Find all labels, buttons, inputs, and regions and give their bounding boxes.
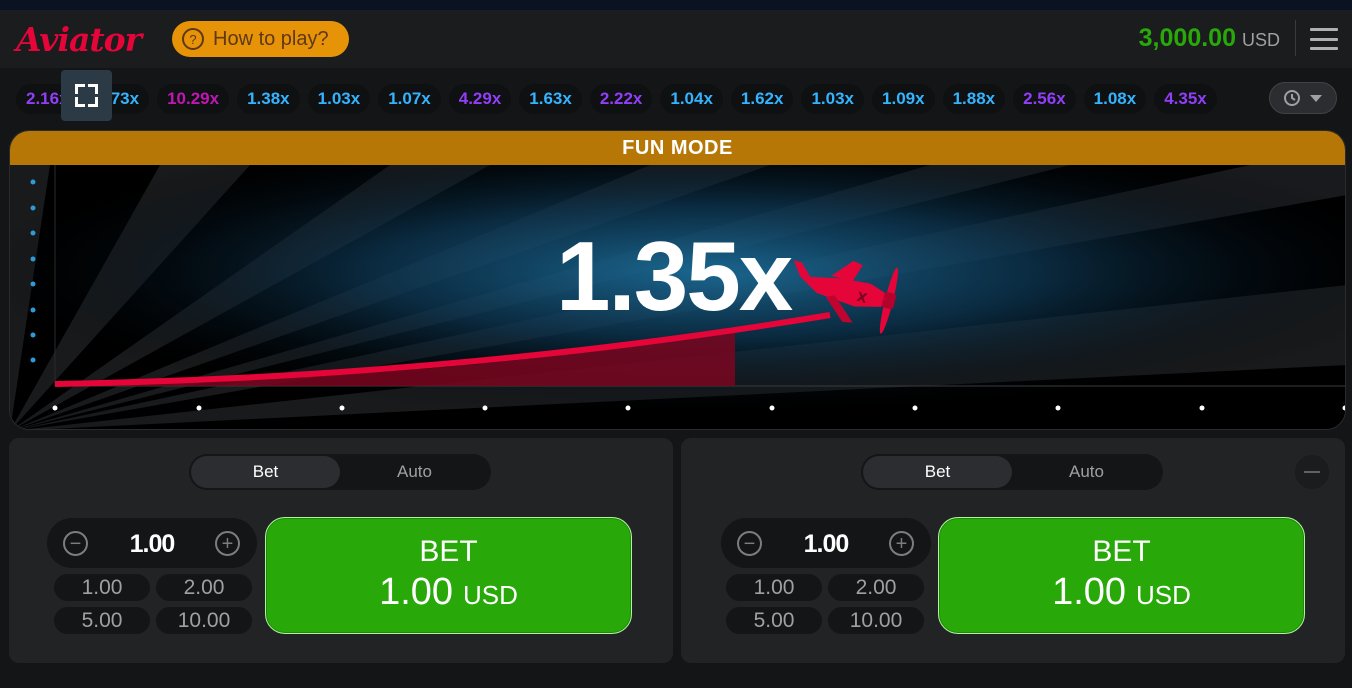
top-strip	[0, 0, 1352, 10]
bet-button-currency: USD	[1136, 580, 1191, 610]
quick-amount-button[interactable]: 5.00	[54, 607, 150, 634]
header-divider	[1295, 20, 1296, 56]
game-area: FUN MODE X 1.35x	[9, 130, 1346, 430]
payout-chip[interactable]: 1.03x	[801, 84, 865, 114]
chevron-down-icon	[1310, 95, 1322, 102]
payout-chip[interactable]: 1.09x	[872, 84, 935, 114]
hamburger-menu-icon[interactable]	[1310, 28, 1338, 50]
bet-button-amount: 1.00	[379, 571, 454, 613]
payout-chip[interactable]: 1.62x	[730, 84, 794, 114]
fullscreen-icon[interactable]	[61, 70, 112, 121]
payout-chip[interactable]: 2.22x	[589, 84, 653, 114]
stake-stepper: − 1.00 +	[47, 518, 257, 568]
question-circle-icon: ?	[182, 28, 204, 50]
quick-amount-button[interactable]: 2.00	[828, 574, 924, 601]
bet-mode-tabs: Bet Auto	[189, 454, 491, 490]
payout-chip[interactable]: 10.29x	[157, 84, 230, 114]
payout-chip[interactable]: 4.35x	[1154, 84, 1217, 114]
payout-chip[interactable]: 2.56x	[1013, 84, 1076, 114]
quick-amount-button[interactable]: 10.00	[156, 607, 252, 634]
minus-icon	[1304, 471, 1320, 473]
quick-amount-button[interactable]: 5.00	[726, 607, 822, 634]
payouts-bar: 2.16x 1.73x 10.29x 1.38x 1.03x 1.07x 4.29x 1.63…	[0, 68, 1352, 130]
bet-mode-tabs: Bet Auto	[861, 454, 1163, 490]
quick-amount-button[interactable]: 1.00	[54, 574, 150, 601]
how-to-play-button[interactable]: ? How to play?	[172, 21, 349, 57]
aviator-logo[interactable]: Aviator	[16, 20, 142, 59]
balance-amount: 3,000.00	[1138, 24, 1236, 52]
quick-amount-button[interactable]: 1.00	[726, 574, 822, 601]
stake-stepper: − 1.00 +	[721, 518, 931, 568]
tab-auto[interactable]: Auto	[1012, 456, 1161, 488]
round-history-button[interactable]	[1269, 82, 1337, 114]
tab-auto[interactable]: Auto	[340, 456, 489, 488]
payout-chip[interactable]: 1.88x	[942, 84, 1006, 114]
payout-chip[interactable]: 4.29x	[448, 84, 512, 114]
remove-panel-button[interactable]	[1295, 455, 1329, 489]
payout-chip[interactable]: 1.38x	[237, 84, 300, 114]
payout-chip[interactable]: 1.08x	[1083, 84, 1147, 114]
increase-stake-button[interactable]: +	[889, 531, 914, 556]
how-to-play-label: How to play?	[213, 27, 329, 50]
fun-mode-banner: FUN MODE	[10, 131, 1345, 165]
tab-bet[interactable]: Bet	[191, 456, 340, 488]
history-icon	[1284, 90, 1300, 106]
payout-list: 2.16x 1.73x 10.29x 1.38x 1.03x 1.07x 4.29x 1.63…	[16, 84, 1262, 114]
bet-panel-1: Bet Auto − 1.00 + 1.00 2.00 5.00 10.00 B…	[9, 438, 673, 663]
tab-bet[interactable]: Bet	[863, 456, 1012, 488]
quick-amount-button[interactable]: 2.00	[156, 574, 252, 601]
balance: 3,000.00 USD	[1139, 24, 1280, 53]
balance-currency: USD	[1241, 30, 1280, 50]
payout-chip[interactable]: 1.63x	[519, 84, 582, 114]
payout-chip[interactable]: 1.07x	[378, 84, 441, 114]
bet-button-label: BET	[1092, 535, 1151, 568]
current-multiplier: 1.35x	[556, 221, 793, 331]
increase-stake-button[interactable]: +	[215, 531, 240, 556]
bet-button-amount: 1.00	[1052, 571, 1127, 613]
decrease-stake-button[interactable]: −	[63, 531, 88, 556]
bet-button[interactable]: BET 1.00 USD	[938, 517, 1305, 634]
payout-chip[interactable]: 1.04x	[660, 84, 723, 114]
bet-button[interactable]: BET 1.00 USD	[265, 517, 632, 634]
bet-panel-2: Bet Auto − 1.00 + 1.00 2.00 5.00 10.00 B…	[681, 438, 1345, 663]
bet-button-currency: USD	[463, 580, 518, 610]
decrease-stake-button[interactable]: −	[737, 531, 762, 556]
stake-value[interactable]: 1.00	[97, 530, 207, 559]
header: Aviator ? How to play? 3,000.00 USD	[0, 10, 1352, 68]
stake-value[interactable]: 1.00	[771, 530, 881, 559]
quick-amount-button[interactable]: 10.00	[828, 607, 924, 634]
bet-button-label: BET	[419, 535, 478, 568]
payout-chip[interactable]: 1.03x	[307, 84, 371, 114]
